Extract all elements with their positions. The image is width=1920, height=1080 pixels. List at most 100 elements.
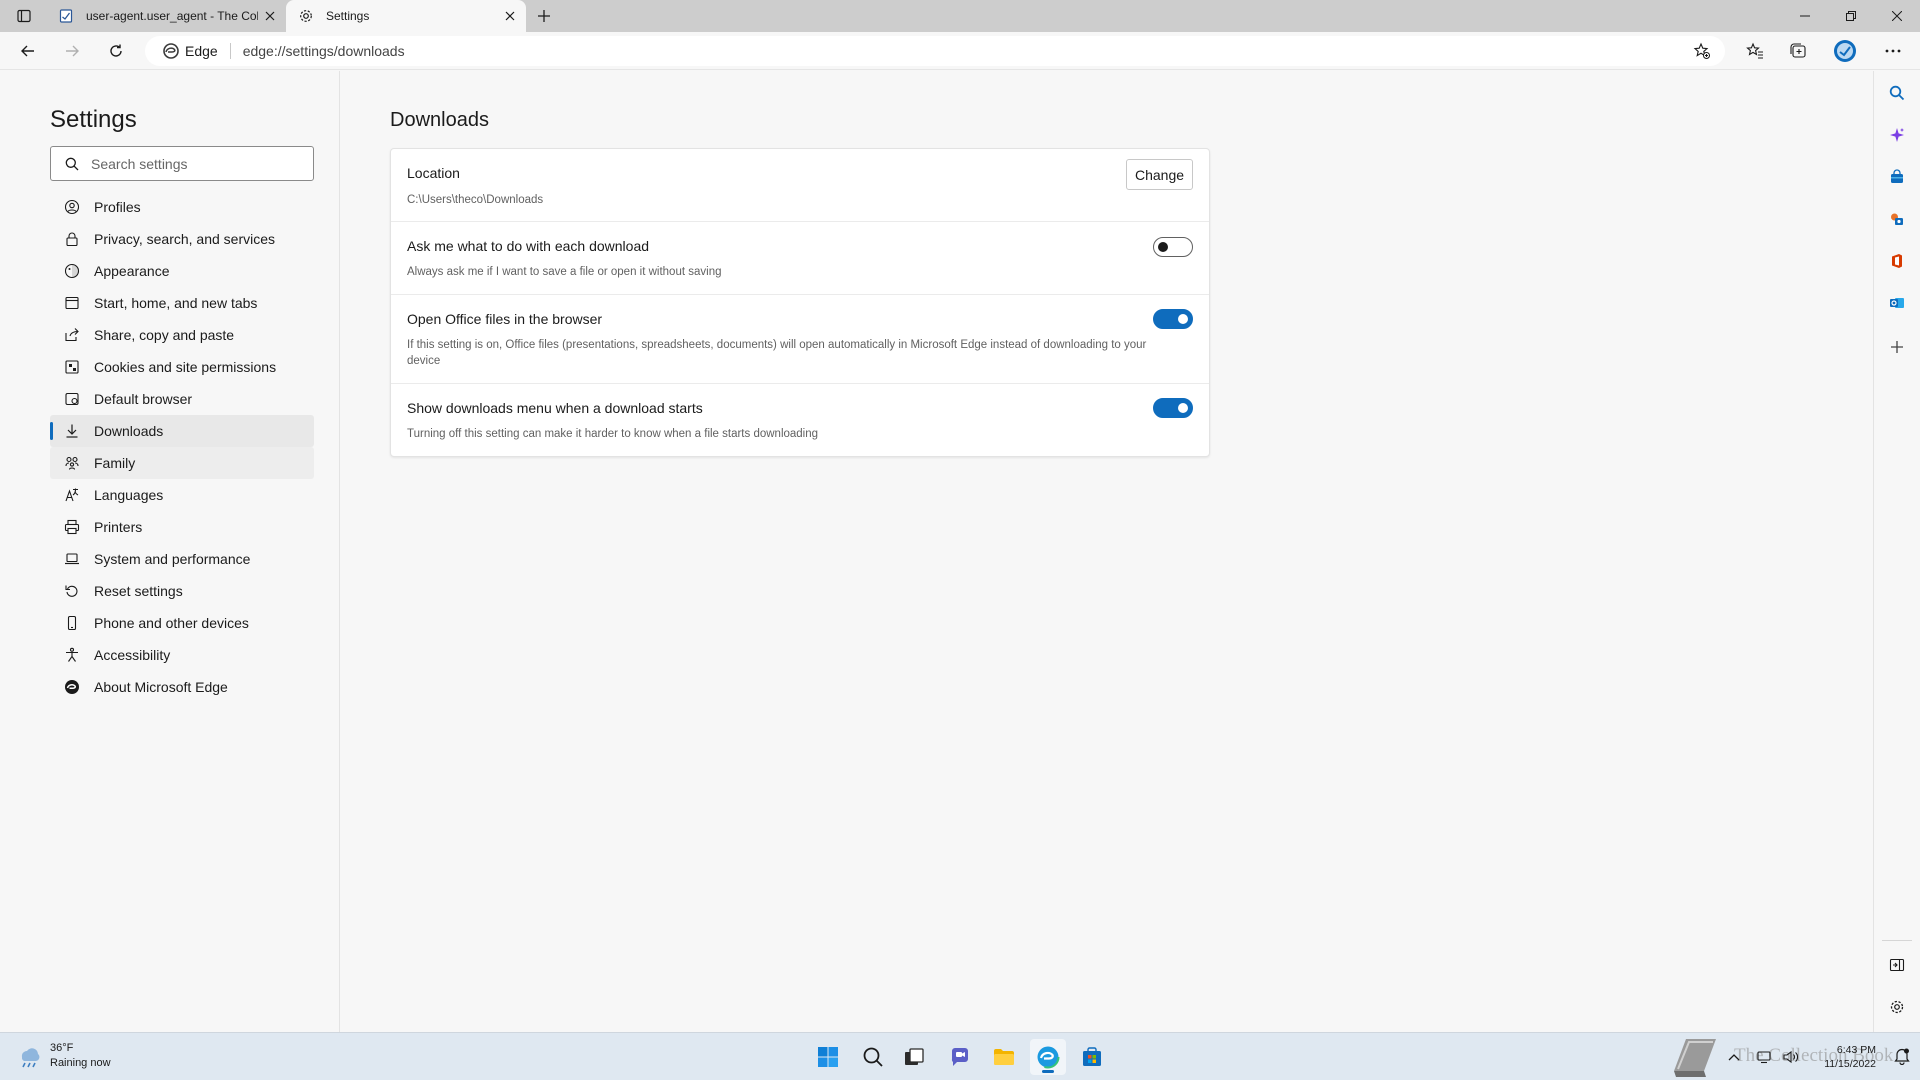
home-icon (64, 295, 80, 311)
tab-user-agent[interactable]: user-agent.user_agent - The Coll (46, 0, 286, 32)
forward-button[interactable] (56, 35, 88, 67)
start-button[interactable] (810, 1039, 846, 1075)
sidebar-item-system[interactable]: System and performance (50, 543, 314, 575)
site-identity[interactable]: Edge (185, 43, 218, 59)
weather-widget[interactable]: 36°F Raining now (16, 1041, 111, 1071)
sidebar-item-about[interactable]: About Microsoft Edge (50, 671, 314, 703)
office-files-toggle[interactable] (1153, 309, 1193, 329)
profile-icon (64, 199, 80, 215)
sidebar-item-cookies[interactable]: Cookies and site permissions (50, 351, 314, 383)
volume-button[interactable] (1782, 1050, 1800, 1064)
back-button[interactable] (12, 35, 44, 67)
taskbar-search-button[interactable] (855, 1039, 891, 1075)
browser-icon (64, 391, 80, 407)
phone-icon (64, 615, 80, 631)
new-tab-button[interactable] (530, 4, 558, 28)
refresh-button[interactable] (100, 35, 132, 67)
search-icon (65, 157, 79, 171)
address-bar[interactable]: Edge edge://settings/downloads (145, 36, 1725, 66)
notifications-button[interactable] (1894, 1047, 1910, 1065)
minimize-button[interactable] (1782, 0, 1828, 32)
cookies-icon (64, 359, 80, 375)
sidebar-discover-button[interactable] (1881, 119, 1913, 151)
task-view-button[interactable] (896, 1039, 932, 1075)
restore-icon (1846, 11, 1856, 21)
restore-button[interactable] (1828, 0, 1874, 32)
sidebar-office-button[interactable] (1881, 245, 1913, 277)
sidebar-tools-button[interactable] (1881, 203, 1913, 235)
profile-button[interactable] (1827, 35, 1863, 67)
taskbar-store-button[interactable] (1074, 1039, 1110, 1075)
title-bar: user-agent.user_agent - The Coll Setting… (0, 0, 1920, 32)
search-box[interactable] (50, 146, 314, 181)
search-input[interactable] (91, 155, 291, 172)
settings-content: Downloads Location C:\Users\theco\Downlo… (341, 71, 1873, 1032)
sparkle-icon (1890, 128, 1904, 142)
sidebar-item-phone[interactable]: Phone and other devices (50, 607, 314, 639)
taskbar-edge-button[interactable] (1030, 1039, 1066, 1075)
sidebar-item-default-browser[interactable]: Default browser (50, 383, 314, 415)
tab-close-button[interactable] (258, 4, 282, 28)
taskbar-clock[interactable]: 6:43 PM 11/15/2022 (1824, 1043, 1876, 1071)
tab-close-button[interactable] (498, 4, 522, 28)
lock-icon (64, 231, 80, 247)
volume-icon (1783, 1050, 1798, 1064)
close-icon (265, 11, 275, 21)
add-favorite-button[interactable] (1693, 42, 1711, 60)
url-text[interactable]: edge://settings/downloads (243, 43, 405, 59)
taskbar: 36°F Raining now The Collection Book 6:4… (0, 1032, 1920, 1080)
back-arrow-icon (21, 45, 34, 57)
minimize-icon (1800, 15, 1810, 17)
downloads-menu-toggle[interactable] (1153, 398, 1193, 418)
close-window-button[interactable] (1874, 0, 1920, 32)
search-icon (1889, 85, 1905, 101)
sidebar-shopping-button[interactable] (1881, 161, 1913, 193)
star-add-icon (1693, 42, 1710, 59)
downloads-menu-row: Show downloads menu when a download star… (391, 384, 1209, 456)
network-button[interactable] (1756, 1050, 1772, 1064)
sidebar-item-downloads[interactable]: Downloads (50, 415, 314, 447)
tools-icon (1891, 213, 1903, 225)
file-explorer-button[interactable] (986, 1039, 1022, 1075)
sidebar-item-accessibility[interactable]: Accessibility (50, 639, 314, 671)
sidebar-item-label: Share, copy and paste (94, 327, 235, 343)
refresh-icon (110, 44, 122, 57)
sidebar-item-printers[interactable]: Printers (50, 511, 314, 543)
toggle-knob (1178, 314, 1188, 324)
sidebar-item-start-home[interactable]: Start, home, and new tabs (50, 287, 314, 319)
sidebar-item-family[interactable]: Family (50, 447, 314, 479)
sidebar-item-profiles[interactable]: Profiles (50, 191, 314, 223)
close-icon (505, 11, 515, 21)
hide-sidebar-button[interactable] (1881, 949, 1913, 981)
tab-settings[interactable]: Settings (286, 0, 526, 32)
sidebar-item-share[interactable]: Share, copy and paste (50, 319, 314, 351)
sidebar-item-label: Appearance (94, 263, 170, 279)
show-hidden-icons-button[interactable] (1728, 1053, 1740, 1061)
more-menu-button[interactable] (1875, 35, 1911, 67)
sidebar-item-privacy[interactable]: Privacy, search, and services (50, 223, 314, 255)
sidebar-outlook-button[interactable] (1881, 287, 1913, 319)
sidebar-item-reset[interactable]: Reset settings (50, 575, 314, 607)
search-icon (863, 1047, 883, 1067)
tab-actions-button[interactable] (8, 4, 40, 28)
edge-icon (163, 43, 179, 59)
sidebar-add-button[interactable] (1881, 331, 1913, 363)
windows-icon (818, 1047, 838, 1067)
sidebar-item-appearance[interactable]: Appearance (50, 255, 314, 287)
sidebar-item-languages[interactable]: Languages (50, 479, 314, 511)
outlook-icon (1890, 298, 1904, 308)
change-location-button[interactable]: Change (1126, 159, 1193, 190)
sidebar-settings-button[interactable] (1881, 991, 1913, 1023)
divider (229, 43, 231, 59)
taskbar-chat-button[interactable] (942, 1039, 978, 1075)
network-icon (1757, 1051, 1771, 1064)
sidebar-search-button[interactable] (1881, 77, 1913, 109)
sidebar-item-label: Privacy, search, and services (94, 231, 276, 247)
clock-date: 11/15/2022 (1824, 1058, 1876, 1070)
collections-button[interactable] (1780, 35, 1816, 67)
gear-icon (1890, 1000, 1904, 1014)
weather-description: Raining now (50, 1057, 111, 1069)
ask-download-toggle[interactable] (1153, 237, 1193, 257)
sidebar-item-label: Cookies and site permissions (94, 359, 277, 375)
favorites-button[interactable] (1737, 35, 1773, 67)
